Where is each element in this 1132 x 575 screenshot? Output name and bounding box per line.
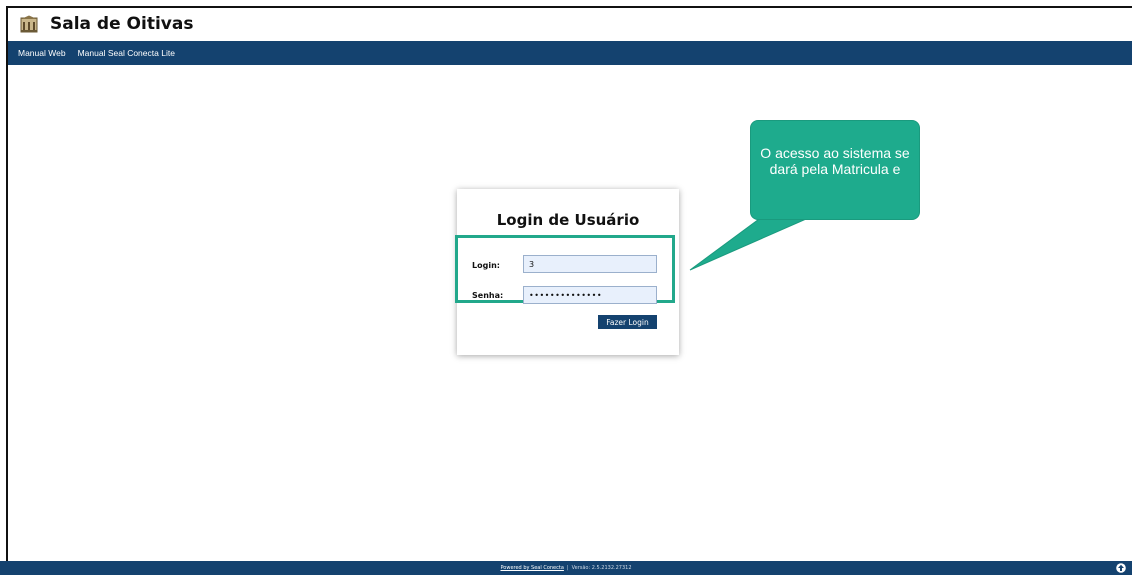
- powered-by-link[interactable]: Powered by Seal Conecta: [500, 565, 563, 571]
- password-input[interactable]: [523, 286, 657, 304]
- main-navbar: Manual Web Manual Seal Conecta Lite: [8, 41, 1132, 65]
- callout-tooltip: O acesso ao sistema se dará pela Matricu…: [751, 121, 919, 219]
- nav-link-manual-web[interactable]: Manual Web: [18, 48, 66, 58]
- footer-separator: |: [566, 565, 569, 571]
- password-label: Senha:: [472, 291, 504, 300]
- app-title: Sala de Oitivas: [50, 14, 194, 34]
- login-card: Login de Usuário Login: Senha: Fazer Log…: [455, 189, 679, 355]
- login-input[interactable]: [523, 255, 657, 273]
- version-text: Versão: 2.5.2132.27312: [571, 565, 632, 571]
- login-label: Login:: [472, 261, 500, 270]
- building-crest-icon: [20, 15, 38, 33]
- login-button[interactable]: Fazer Login: [598, 315, 657, 329]
- footer: Powered by Seal Conecta | Versão: 2.5.21…: [0, 561, 1132, 575]
- login-title: Login de Usuário: [496, 211, 640, 229]
- title-bar: Sala de Oitivas: [8, 8, 1132, 40]
- arrow-up-icon[interactable]: [1116, 563, 1126, 573]
- nav-link-manual-seal-conecta-lite[interactable]: Manual Seal Conecta Lite: [78, 48, 175, 58]
